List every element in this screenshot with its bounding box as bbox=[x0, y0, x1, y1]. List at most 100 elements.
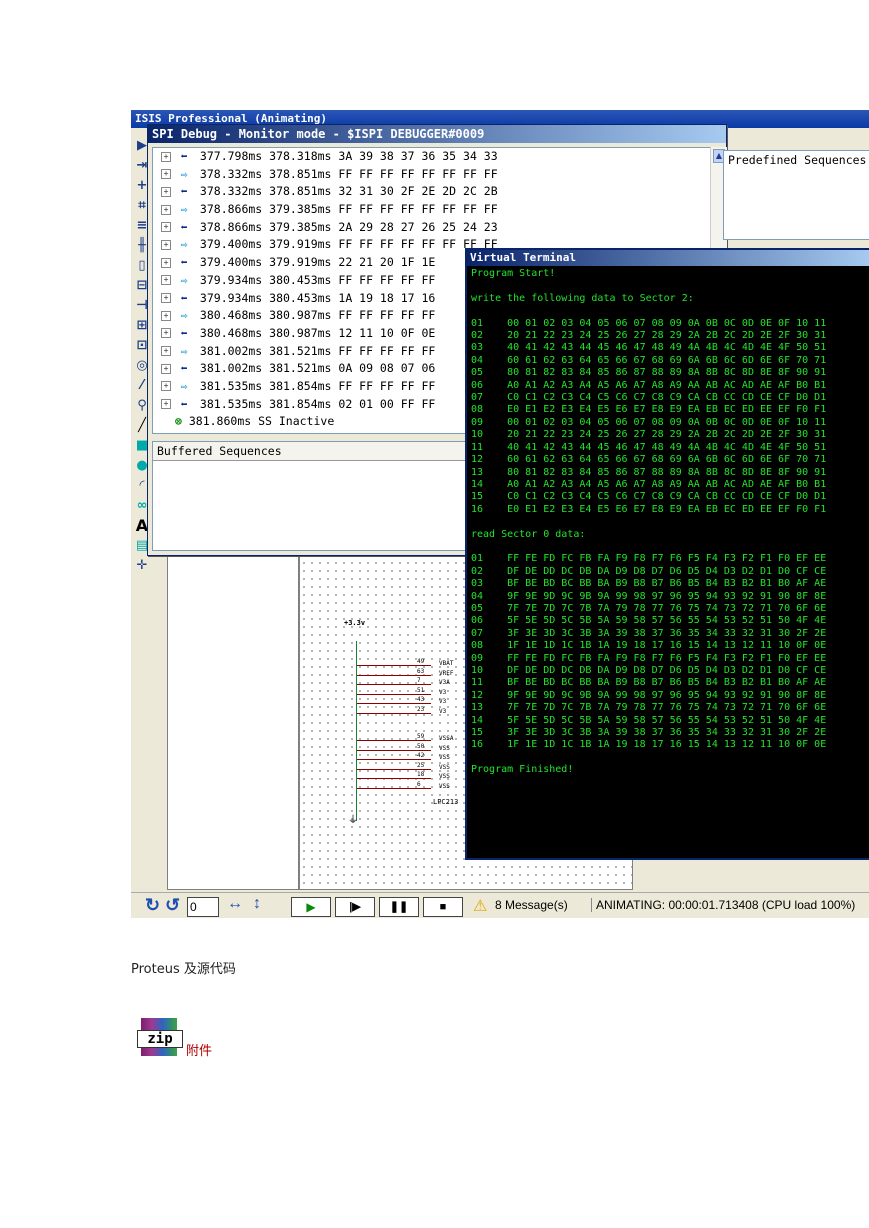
expand-icon[interactable]: + bbox=[161, 151, 171, 162]
spi-row-text: 381.535ms 381.854ms 02 01 00 FF FF bbox=[193, 396, 436, 411]
play-button[interactable]: ▶ bbox=[291, 897, 331, 917]
pin-wire bbox=[357, 787, 431, 789]
spi-transfer-row[interactable]: + ⇨ 378.332ms 378.851ms FF FF FF FF FF FF… bbox=[153, 166, 717, 184]
spi-transfer-row[interactable]: + ⬅ 378.866ms 379.385ms 2A 29 28 27 26 25… bbox=[153, 219, 717, 237]
chip-pin-number: 23 bbox=[417, 705, 425, 713]
chip-pin-number: 7 bbox=[417, 677, 421, 684]
expand-icon[interactable]: + bbox=[161, 169, 171, 180]
chip-pin-number: 51 bbox=[417, 686, 425, 694]
chip-pin-name: VSS bbox=[439, 773, 450, 780]
chip-pin-number: 43 bbox=[417, 696, 425, 703]
spi-window-title: SPI Debug - Monitor mode - $ISPI DEBUGGE… bbox=[148, 125, 726, 143]
spi-row-text: 379.400ms 379.919ms 22 21 20 1F 1E bbox=[193, 255, 436, 270]
expand-icon[interactable]: + bbox=[161, 257, 171, 268]
spi-row-text: 378.866ms 379.385ms FF FF FF FF FF FF FF… bbox=[193, 202, 498, 217]
pin-wire bbox=[357, 740, 431, 741]
expand-icon[interactable]: + bbox=[161, 275, 171, 286]
buffered-sequences-header: Buffered Sequences bbox=[153, 442, 473, 461]
overview-panel[interactable] bbox=[167, 550, 299, 890]
chip-pin-name: VSS bbox=[439, 763, 450, 771]
predefined-sequences-panel[interactable]: Predefined Sequences bbox=[723, 150, 869, 240]
spi-transfer-row[interactable]: + ⬅ 377.798ms 378.318ms 3A 39 38 37 36 35… bbox=[153, 148, 717, 166]
miso-arrow-icon: ⬅ bbox=[180, 149, 188, 163]
status-bar: ↻ ↺ 0 ↔ ↕ ▶ |▶ ❚❚ ■ ⚠ 8 Message(s) ANIMA… bbox=[131, 892, 869, 918]
expand-icon[interactable]: + bbox=[161, 346, 171, 357]
rotate-ccw-icon[interactable]: ↺ bbox=[165, 895, 180, 916]
miso-arrow-icon: ⬅ bbox=[180, 325, 188, 340]
mosi-arrow-icon: ⇨ bbox=[180, 166, 188, 181]
expand-icon[interactable]: + bbox=[161, 381, 171, 392]
mosi-arrow-icon: ⇨ bbox=[180, 237, 188, 252]
expand-icon[interactable]: + bbox=[161, 399, 171, 410]
pin-wire bbox=[357, 703, 431, 704]
mosi-arrow-icon: ⇨ bbox=[180, 272, 188, 287]
expand-icon[interactable]: + bbox=[161, 204, 171, 215]
pin-wire bbox=[357, 768, 431, 770]
spi-row-text: 378.332ms 378.851ms 32 31 30 2F 2E 2D 2C… bbox=[193, 184, 498, 199]
spi-transfer-row[interactable]: + ⇨ 378.866ms 379.385ms FF FF FF FF FF FF… bbox=[153, 201, 717, 219]
mosi-arrow-icon: ⇨ bbox=[180, 343, 188, 358]
chip-pin-name: VREF bbox=[439, 669, 454, 677]
step-button[interactable]: |▶ bbox=[335, 897, 375, 917]
mirror-horizontal-icon[interactable]: ↔ bbox=[227, 895, 243, 913]
chip-pin-number: 25 bbox=[417, 761, 425, 769]
chip-pin-name: VBAT bbox=[439, 660, 454, 667]
spi-row-text: 381.535ms 381.854ms FF FF FF FF FF bbox=[193, 378, 436, 393]
attachment-label[interactable]: 附件 bbox=[186, 1040, 212, 1059]
terminal-output: Program Start! write the following data … bbox=[471, 268, 827, 776]
chip-pin-number: 42 bbox=[417, 752, 425, 759]
messages-count[interactable]: 8 Message(s) bbox=[495, 898, 568, 912]
miso-arrow-icon: ⬅ bbox=[180, 255, 188, 270]
virtual-terminal-window[interactable]: Virtual Terminal Program Start! write th… bbox=[465, 248, 869, 860]
chip-pin-name: VSS bbox=[439, 754, 450, 761]
spi-transfer-row[interactable]: + ⬅ 378.332ms 378.851ms 32 31 30 2F 2E 2D… bbox=[153, 183, 717, 201]
miso-arrow-icon: ⬅ bbox=[180, 361, 188, 376]
rotation-input[interactable]: 0 bbox=[187, 897, 219, 917]
chip-pin-name: V3 bbox=[439, 698, 447, 705]
chip-label: LPC213 bbox=[433, 798, 459, 806]
spi-row-text: 378.332ms 378.851ms FF FF FF FF FF FF FF… bbox=[193, 166, 498, 181]
chip-pin-number: 49 bbox=[417, 658, 425, 665]
warning-icon: ⚠ bbox=[473, 898, 488, 915]
expand-icon[interactable]: + bbox=[161, 222, 171, 233]
supply-label: +3.3v bbox=[344, 619, 366, 627]
stop-button[interactable]: ■ bbox=[423, 897, 463, 917]
predefined-sequences-header: Predefined Sequences bbox=[728, 153, 867, 167]
expand-icon[interactable]: + bbox=[161, 310, 171, 321]
mosi-arrow-icon: ⇨ bbox=[180, 202, 188, 217]
pin-wire bbox=[357, 674, 431, 676]
buffered-sequences-panel[interactable]: Buffered Sequences bbox=[152, 441, 474, 551]
document-caption: Proteus 及源代码 bbox=[131, 962, 236, 977]
virtual-terminal-title: Virtual Terminal bbox=[467, 250, 869, 266]
chip-pin-number: 18 bbox=[417, 771, 425, 778]
spi-row-text: 377.798ms 378.318ms 3A 39 38 37 36 35 34… bbox=[193, 149, 498, 163]
chip-pin-number: 50 bbox=[417, 742, 425, 750]
proteus-screenshot: ISIS Professional (Animating) ▶ ⇥ + ⌗ ≡ … bbox=[131, 110, 869, 918]
spi-row-text: 381.002ms 381.521ms 0A 09 08 07 06 bbox=[193, 361, 436, 376]
marker-tool-icon[interactable]: ✛ bbox=[134, 558, 150, 574]
expand-icon[interactable]: + bbox=[161, 293, 171, 303]
spi-row-text: 378.866ms 379.385ms 2A 29 28 27 26 25 24… bbox=[193, 219, 498, 234]
pause-button[interactable]: ❚❚ bbox=[379, 897, 419, 917]
pin-wire bbox=[357, 778, 431, 779]
spi-row-text: 381.002ms 381.521ms FF FF FF FF FF bbox=[193, 343, 436, 358]
miso-arrow-icon: ⬅ bbox=[180, 184, 188, 199]
expand-icon[interactable]: + bbox=[161, 239, 171, 250]
pin-wire bbox=[357, 693, 431, 695]
miso-arrow-icon: ⬅ bbox=[180, 396, 188, 411]
spi-row-text: 379.934ms 380.453ms FF FF FF FF FF bbox=[193, 272, 436, 287]
pin-wire bbox=[357, 759, 431, 760]
expand-icon[interactable]: + bbox=[161, 186, 171, 197]
chip-pin-number: 63 bbox=[417, 667, 425, 675]
ss-inactive-icon: ⊗ bbox=[175, 414, 182, 429]
miso-arrow-icon: ⬅ bbox=[180, 290, 188, 305]
chip-pin-name: VSS bbox=[439, 744, 450, 752]
chip-pin-name: VSS bbox=[439, 782, 450, 790]
mirror-vertical-icon[interactable]: ↕ bbox=[253, 895, 261, 913]
rotate-cw-icon[interactable]: ↻ bbox=[145, 895, 160, 916]
mosi-arrow-icon: ⇨ bbox=[180, 308, 188, 323]
zip-archive-icon[interactable]: zip bbox=[137, 1018, 183, 1058]
expand-icon[interactable]: + bbox=[161, 328, 171, 339]
expand-icon[interactable]: + bbox=[161, 363, 171, 374]
chip-pin-name: V3 bbox=[439, 688, 447, 696]
